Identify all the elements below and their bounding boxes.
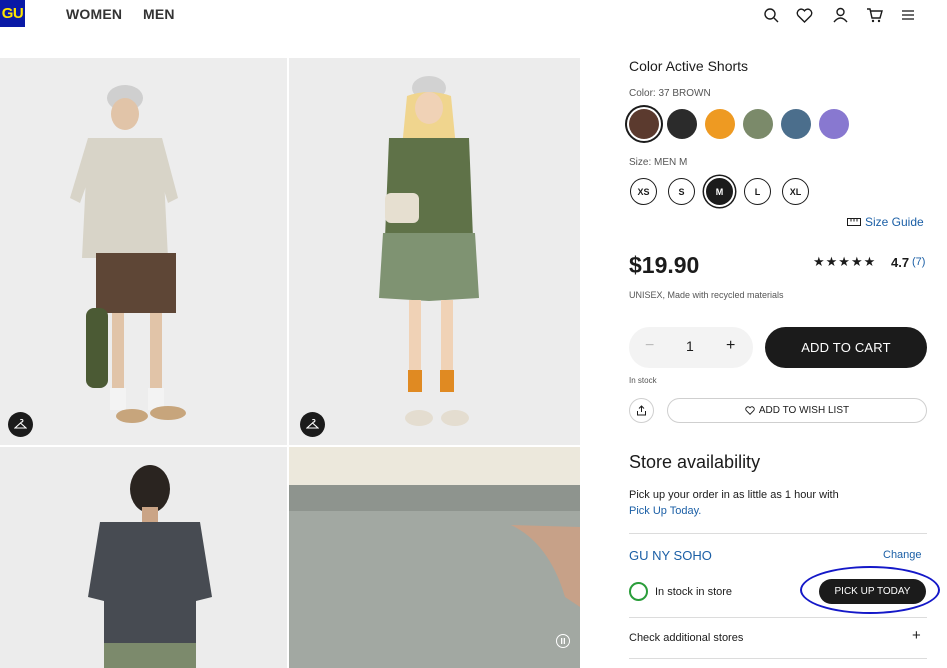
pause-icon[interactable]	[556, 634, 570, 648]
size-option[interactable]: XS	[630, 178, 657, 205]
pickup-description: Pick up your order in as little as 1 hou…	[629, 489, 839, 501]
store-availability-heading: Store availability	[629, 452, 761, 472]
search-icon[interactable]	[761, 5, 781, 25]
hanger-icon[interactable]	[8, 412, 33, 437]
size-option[interactable]: S	[668, 178, 695, 205]
size-option[interactable]: XL	[782, 178, 809, 205]
color-swatch[interactable]	[629, 109, 659, 139]
color-swatch[interactable]	[781, 109, 811, 139]
store-name: GU NY SOHO	[629, 548, 712, 563]
color-swatch[interactable]	[819, 109, 849, 139]
share-icon	[637, 405, 646, 416]
product-title: Color Active Shorts	[629, 58, 749, 74]
in-stock-indicator-icon	[629, 582, 648, 601]
ruler-icon	[847, 218, 861, 226]
pickup-today-link[interactable]: Pick Up Today.	[629, 505, 701, 517]
product-photo-1[interactable]	[0, 58, 287, 445]
rating-value: 4.7	[891, 255, 910, 270]
heart-icon[interactable]	[794, 5, 814, 25]
divider	[629, 658, 927, 659]
divider	[629, 617, 927, 618]
color-swatch[interactable]	[743, 109, 773, 139]
pick-up-today-button[interactable]: PICK UP TODAY	[819, 579, 926, 604]
hanger-icon[interactable]	[300, 412, 325, 437]
size-label: Size: MEN M	[629, 157, 688, 168]
cart-icon[interactable]	[864, 5, 884, 25]
color-swatch[interactable]	[667, 109, 697, 139]
quantity-minus-button[interactable]: −	[645, 337, 654, 355]
quantity-value: 1	[686, 338, 694, 354]
stock-status: In stock	[629, 376, 657, 385]
product-photo-4[interactable]	[289, 447, 580, 668]
size-option[interactable]: L	[744, 178, 771, 205]
nav-women[interactable]: WOMEN	[66, 6, 122, 22]
review-count[interactable]: (7)	[912, 256, 925, 268]
size-option[interactable]: M	[706, 178, 733, 205]
store-availability-description: Pick up your order in as little as 1 hou…	[629, 487, 909, 519]
change-store-link[interactable]: Change	[883, 549, 922, 561]
share-button[interactable]	[629, 398, 654, 423]
size-guide-link[interactable]: Size Guide	[847, 215, 924, 229]
size-guide-label: Size Guide	[865, 215, 924, 229]
user-icon[interactable]	[830, 5, 850, 25]
color-label: Color: 37 BROWN	[629, 88, 711, 99]
product-photo-2[interactable]	[289, 58, 580, 445]
quantity-plus-button[interactable]: +	[726, 337, 735, 355]
add-to-wishlist-button[interactable]: ADD TO WISH LIST	[667, 398, 927, 423]
in-store-status: In stock in store	[655, 586, 733, 598]
gu-logo[interactable]: GU	[0, 0, 25, 27]
product-photo-3[interactable]	[0, 447, 287, 668]
price: $19.90	[629, 252, 700, 278]
menu-icon[interactable]	[898, 5, 918, 25]
add-to-cart-button[interactable]: ADD TO CART	[765, 327, 927, 368]
color-swatch[interactable]	[705, 109, 735, 139]
rating-stars: ★★★★★	[813, 254, 877, 269]
nav-men[interactable]: MEN	[143, 6, 175, 22]
check-additional-stores[interactable]: Check additional stores	[629, 632, 743, 644]
product-attributes: UNISEX, Made with recycled materials	[629, 290, 784, 300]
quantity-stepper: − 1 +	[629, 327, 753, 368]
heart-icon	[745, 406, 755, 415]
divider	[629, 533, 927, 534]
expand-plus-icon[interactable]: +	[912, 627, 921, 644]
wishlist-label: ADD TO WISH LIST	[758, 405, 850, 416]
